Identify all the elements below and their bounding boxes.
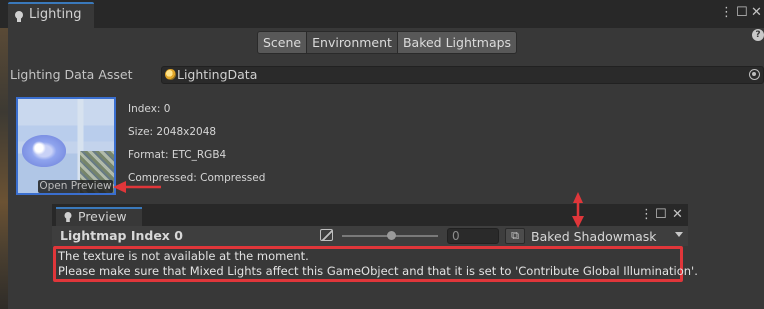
object-picker-icon[interactable] <box>749 69 760 80</box>
tab-environment[interactable]: Environment <box>306 31 398 54</box>
preview-close-icon[interactable]: ✕ <box>672 208 683 222</box>
help-icon[interactable]: ? <box>752 29 764 41</box>
tab-preview-label: Preview <box>78 209 127 224</box>
chevron-down-icon <box>675 232 683 237</box>
lightmap-index-text: Index: 0 <box>128 103 171 115</box>
tab-lighting[interactable]: Lighting <box>8 2 94 28</box>
preview-tab-bar <box>52 204 688 226</box>
preview-maximize-icon[interactable]: ☐ <box>655 208 667 222</box>
lighting-mode-toolbar: Scene Environment Baked Lightmaps <box>257 31 518 54</box>
lightmap-format-text: Format: ETC_RGB4 <box>128 149 227 161</box>
tab-baked-lightmaps[interactable]: Baked Lightmaps <box>396 31 518 54</box>
lightmap-type-value: Baked Shadowmask <box>531 229 657 244</box>
lightmap-size-text: Size: 2048x2048 <box>128 126 217 138</box>
lightbulb-icon <box>63 211 73 226</box>
scene-view-edge <box>0 28 8 309</box>
layers-icon[interactable]: ⧉ <box>505 228 525 244</box>
lightmap-texture-highlight <box>32 141 46 155</box>
lightmap-compressed-text: Compressed: Compressed <box>128 172 266 184</box>
open-preview-button[interactable]: Open Preview <box>38 180 113 193</box>
lightbulb-icon <box>14 10 24 26</box>
lighting-data-icon <box>165 69 176 80</box>
window-tab-bar <box>0 0 764 28</box>
window-maximize-icon[interactable]: ☐ <box>736 6 748 20</box>
tab-lighting-label: Lighting <box>29 7 82 22</box>
lighting-data-asset-label: Lighting Data Asset <box>10 67 133 82</box>
annotation-arrow-down-icon <box>572 192 584 231</box>
preview-message-line-1: The texture is not available at the mome… <box>58 249 309 263</box>
preview-message-line-2: Please make sure that Mixed Lights affec… <box>58 264 698 278</box>
window-close-icon[interactable]: ✕ <box>751 6 762 20</box>
tab-scene[interactable]: Scene <box>257 31 308 54</box>
mip-slider-handle[interactable] <box>387 231 396 240</box>
preview-menu-icon[interactable]: ⋮ <box>640 208 653 222</box>
window-menu-icon[interactable]: ⋮ <box>720 6 733 20</box>
lighting-data-asset-value: LightingData <box>177 67 258 82</box>
image-icon <box>320 229 333 241</box>
preview-title: Lightmap Index 0 <box>60 228 183 243</box>
mip-level-value: 0 <box>452 229 460 243</box>
